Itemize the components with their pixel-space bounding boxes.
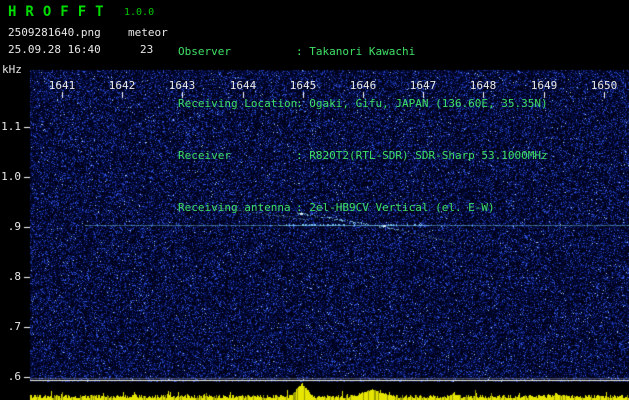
info-row-observer: Observer : Takanori Kawachi xyxy=(178,45,548,59)
info-row-receiver: Receiver : R820T2(RTL-SDR) SDR-Sharp 53.… xyxy=(178,149,548,163)
x-tick-label: 1645 xyxy=(289,79,317,92)
app-version: 1.0.0 xyxy=(124,7,155,18)
info-value: : Takanori Kawachi xyxy=(296,45,416,58)
info-value: : 2el-HB9CV Vertical (el. E-W) xyxy=(296,201,495,214)
station-info-table: Observer : Takanori Kawachi Receiving Lo… xyxy=(178,7,548,253)
y-tick-label: 1.1 xyxy=(1,120,21,133)
hrofft-output-image: HROFFT 1.0.0 2509281640.png meteor 25.09… xyxy=(0,0,629,400)
info-label: Receiver xyxy=(178,149,231,162)
info-value: : R820T2(RTL-SDR) SDR-Sharp 53.1000MHz xyxy=(296,149,548,162)
x-tick-label: 1644 xyxy=(229,79,257,92)
y-tick-label: .9 xyxy=(7,220,21,233)
info-row-antenna: Receiving antenna : 2el-HB9CV Vertical (… xyxy=(178,201,548,215)
x-tick-label: 1647 xyxy=(409,79,437,92)
y-tick-label: .6 xyxy=(7,370,21,383)
output-filename: 2509281640.png xyxy=(8,26,101,39)
x-tick-label: 1650 xyxy=(590,79,618,92)
x-tick-label: 1646 xyxy=(349,79,377,92)
info-label: Observer xyxy=(178,45,231,58)
x-tick-label: 1643 xyxy=(168,79,196,92)
x-tick-label: 1648 xyxy=(469,79,497,92)
y-tick-label: 1.0 xyxy=(1,170,21,183)
record-timestamp: 25.09.28 16:40 xyxy=(8,43,101,56)
y-tick-label: .8 xyxy=(7,270,21,283)
y-tick-label: .7 xyxy=(7,320,21,333)
mode-label: meteor xyxy=(128,26,168,39)
x-tick-label: 1649 xyxy=(530,79,558,92)
x-tick-label: 1642 xyxy=(108,79,136,92)
echo-count: 23 xyxy=(140,43,154,56)
info-label: Receiving antenna xyxy=(178,201,291,214)
info-value: : Ogaki, Gifu, JAPAN (136.60E, 35.35N) xyxy=(296,97,548,110)
info-row-location: Receiving Location : Ogaki, Gifu, JAPAN … xyxy=(178,97,548,111)
y-axis-unit-label: kHz xyxy=(2,63,22,76)
x-tick-label: 1641 xyxy=(48,79,76,92)
app-title: HROFFT xyxy=(8,4,113,20)
info-label: Receiving Location xyxy=(178,97,298,110)
